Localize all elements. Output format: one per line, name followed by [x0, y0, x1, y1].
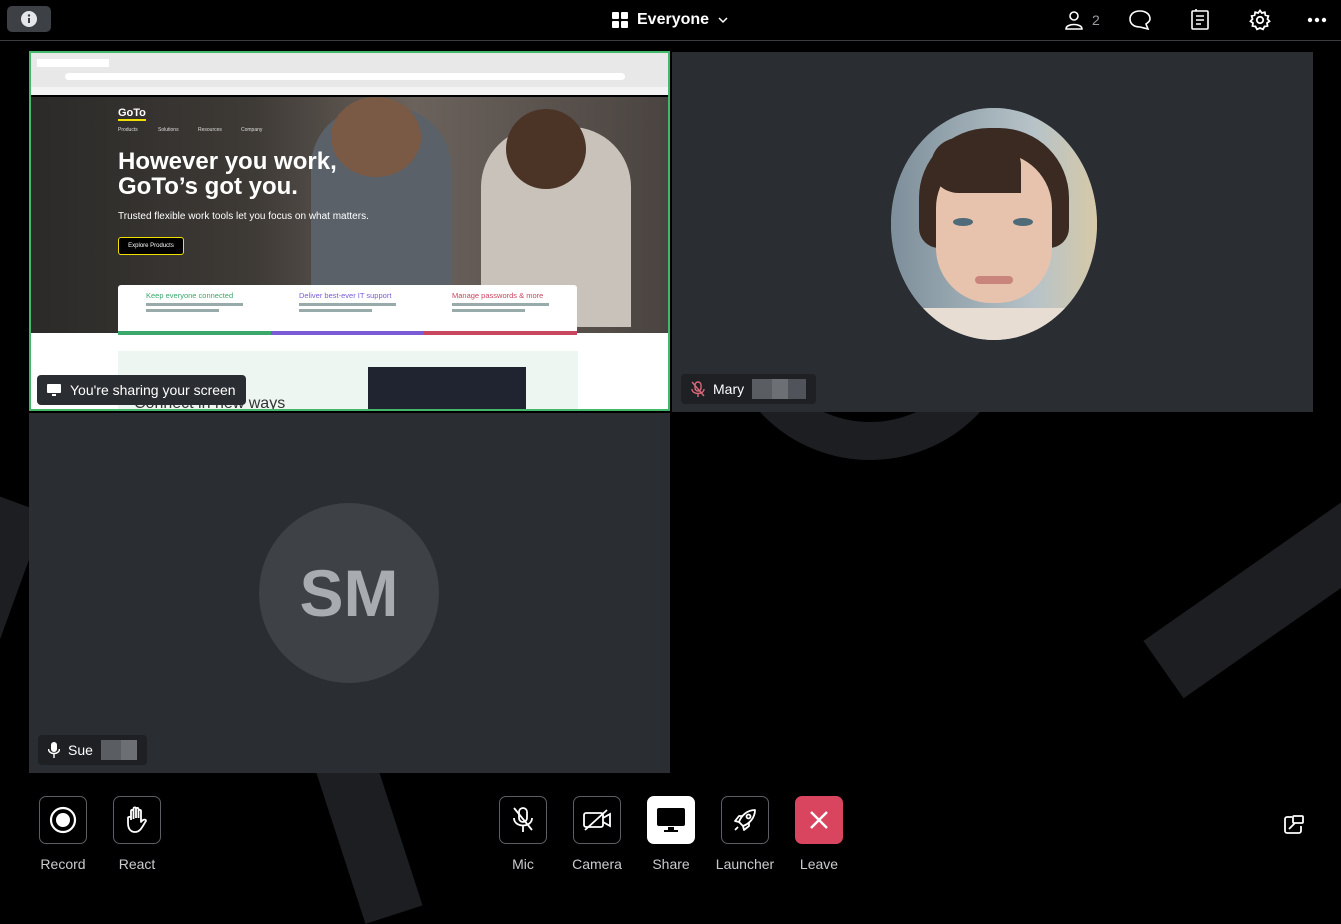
website-nav-resources: Resources — [198, 127, 222, 133]
website-feature-cards: Keep everyone connected Deliver best-eve… — [118, 285, 577, 335]
card-accent-bar — [424, 331, 577, 335]
participant-count: 2 — [1092, 12, 1100, 28]
camera-button[interactable] — [573, 796, 621, 844]
goto-logo: GoTo — [118, 107, 146, 121]
record-label: Record — [40, 856, 86, 872]
sharing-status: You're sharing your screen — [37, 375, 246, 405]
participant-tile-sue[interactable]: SM Sue — [29, 413, 670, 773]
view-selector[interactable]: Everyone — [612, 8, 728, 32]
share-label: Share — [652, 856, 690, 872]
share-control[interactable]: Share — [647, 796, 695, 872]
avatar: SM — [259, 503, 439, 683]
website-explore-button: Explore Products — [118, 237, 184, 255]
chat-button[interactable] — [1128, 8, 1152, 32]
participant-name-pill: Sue — [38, 735, 147, 765]
name-redaction — [752, 379, 807, 399]
react-label: React — [118, 856, 156, 872]
leave-button[interactable] — [795, 796, 843, 844]
participant-photo — [891, 108, 1097, 340]
feature-card: Keep everyone connected — [118, 285, 271, 335]
mic-label: Mic — [512, 856, 534, 872]
website-nav-company: Company — [241, 127, 263, 133]
react-button[interactable] — [113, 796, 161, 844]
popout-button[interactable] — [1283, 814, 1305, 836]
screen-share-tile[interactable]: GoTo Products Solutions Resources Compan… — [29, 51, 670, 411]
website-hero-title: However you work, GoTo’s got you. — [118, 148, 337, 200]
feature-card: Manage passwords & more — [424, 285, 577, 335]
participant-name-pill: Mary — [681, 374, 817, 404]
gear-icon — [1249, 9, 1271, 31]
notes-icon — [1191, 9, 1209, 30]
camera-label: Camera — [572, 856, 622, 872]
top-bar: Everyone 2 — [0, 0, 1341, 41]
mic-control[interactable]: Mic — [499, 796, 547, 872]
monitor-icon — [657, 808, 685, 832]
leave-control[interactable]: Leave — [795, 796, 843, 872]
info-icon — [21, 11, 37, 27]
notes-button[interactable] — [1189, 8, 1211, 32]
popout-icon — [1284, 815, 1304, 834]
chat-icon — [1129, 10, 1151, 31]
mic-icon — [48, 742, 60, 758]
launcher-label: Launcher — [715, 856, 775, 872]
name-redaction — [100, 740, 137, 760]
participant-tile-mary[interactable]: Mary — [672, 52, 1313, 412]
browser-tab — [37, 59, 109, 67]
launcher-button[interactable] — [721, 796, 769, 844]
chevron-down-icon — [718, 17, 728, 24]
background-shape — [1143, 491, 1341, 699]
record-control[interactable]: Record — [39, 796, 87, 872]
more-icon — [1307, 17, 1327, 23]
person-icon — [1065, 11, 1083, 30]
react-control[interactable]: React — [113, 796, 161, 872]
browser-address-bar — [65, 73, 625, 80]
info-button[interactable] — [7, 6, 51, 32]
raise-hand-icon — [127, 806, 147, 833]
launcher-control[interactable]: Launcher — [716, 796, 774, 872]
browser-chrome — [31, 53, 668, 96]
rocket-icon — [734, 809, 756, 831]
card-accent-bar — [271, 331, 424, 335]
screen-icon — [47, 384, 61, 396]
camera-control[interactable]: Camera — [572, 796, 622, 872]
card-accent-bar — [118, 331, 271, 335]
leave-label: Leave — [799, 856, 839, 872]
website-nav-products: Products — [118, 127, 138, 133]
camera-off-icon — [583, 809, 611, 831]
participants-button[interactable]: 2 — [1064, 8, 1100, 32]
feature-card: Deliver best-ever IT support — [271, 285, 424, 335]
share-button[interactable] — [647, 796, 695, 844]
grid-icon — [612, 12, 628, 28]
settings-button[interactable] — [1249, 8, 1271, 32]
mic-muted-icon — [691, 381, 705, 397]
view-label: Everyone — [637, 11, 710, 28]
more-options-button[interactable] — [1307, 8, 1327, 32]
mic-button[interactable] — [499, 796, 547, 844]
website-nav-solutions: Solutions — [158, 127, 179, 133]
record-icon — [49, 806, 77, 834]
website-hero-subtitle: Trusted flexible work tools let you focu… — [118, 211, 369, 222]
close-icon — [810, 811, 828, 829]
record-button[interactable] — [39, 796, 87, 844]
mic-off-icon — [513, 807, 533, 832]
